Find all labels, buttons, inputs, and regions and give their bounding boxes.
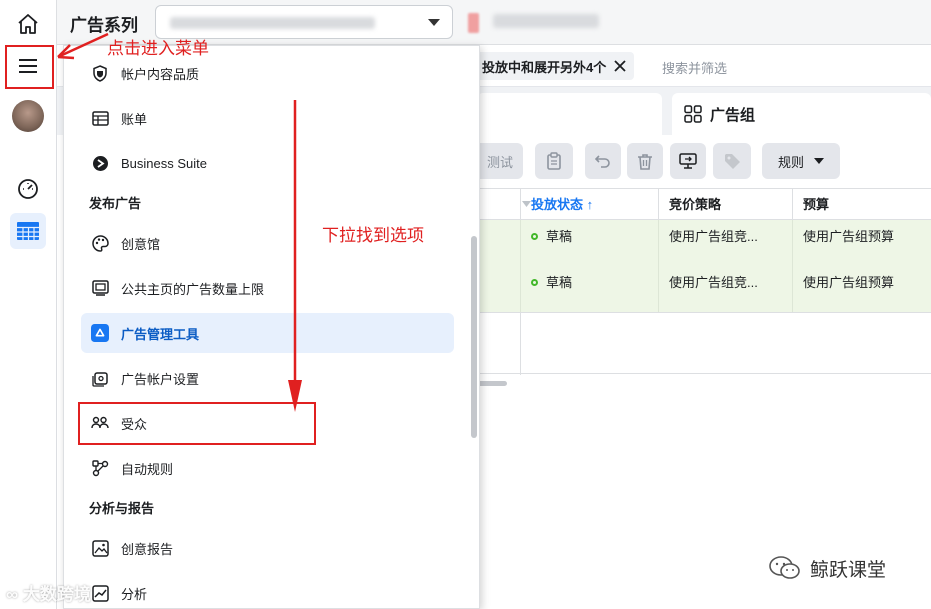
watermark-right-text: 鲸跃课堂 xyxy=(810,559,887,581)
annotation-scroll-find: 下拉找到选项 xyxy=(322,226,424,245)
watermark-left: ∞ 大数跨境 xyxy=(6,585,91,604)
annotation-click-menu: 点击进入菜单 xyxy=(107,39,209,58)
annotation-arrows xyxy=(57,32,302,412)
watermark-right: 鲸跃课堂 xyxy=(768,554,886,582)
wechat-icon xyxy=(769,556,800,579)
watermark-logo-icon: ∞ xyxy=(6,585,23,604)
